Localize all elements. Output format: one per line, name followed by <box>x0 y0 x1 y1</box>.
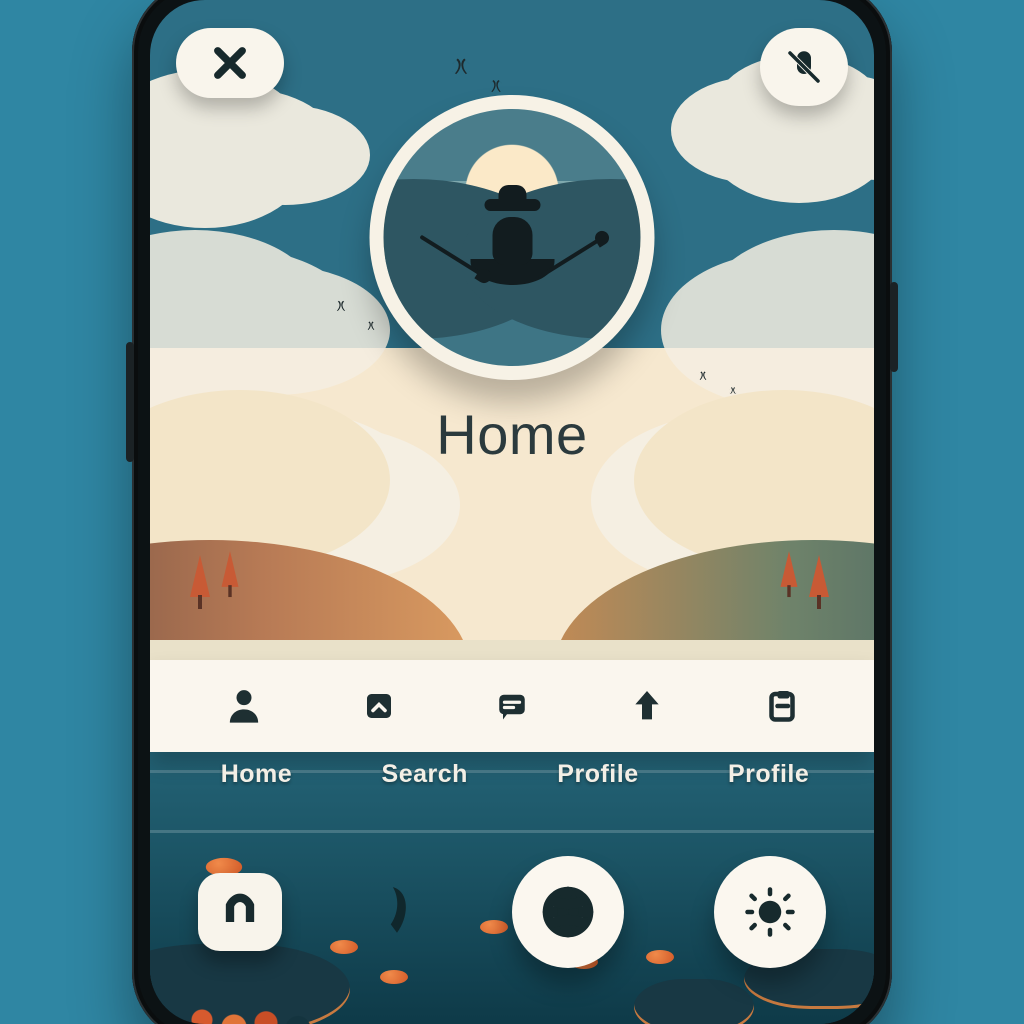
nav-label: Search <box>382 760 468 789</box>
nav-item-upload[interactable] <box>627 686 667 726</box>
tree <box>190 555 210 597</box>
nav-label: Profile <box>557 760 638 789</box>
tree <box>781 551 798 587</box>
phone-frame: Home <box>132 0 892 1024</box>
music-button[interactable] <box>198 873 282 951</box>
screen: Home <box>150 0 874 1024</box>
bird <box>698 373 709 378</box>
side-button-right <box>890 282 898 372</box>
fin-icon <box>372 882 422 942</box>
close-button[interactable] <box>176 28 284 98</box>
mute-button[interactable] <box>760 28 848 106</box>
upload-icon <box>627 686 667 726</box>
ripple <box>150 830 874 833</box>
message-icon <box>494 688 530 724</box>
page-title: Home <box>150 402 874 467</box>
settings-icon <box>743 885 797 939</box>
close-icon <box>209 42 251 84</box>
action-row <box>150 856 874 968</box>
clipboard-icon <box>764 688 800 724</box>
nav-labels: Home Search Profile Profile <box>150 760 874 789</box>
person-icon <box>224 686 264 726</box>
hero-avatar[interactable] <box>370 95 655 380</box>
rock <box>634 979 754 1024</box>
avatar-illustration <box>384 109 641 366</box>
nav-label: Profile <box>728 760 809 789</box>
bird <box>451 61 471 70</box>
bird <box>729 388 738 392</box>
bird <box>334 302 347 308</box>
tree <box>222 551 239 587</box>
music-icon <box>220 892 260 932</box>
nav-item-card[interactable] <box>361 688 397 724</box>
leaf <box>380 970 408 984</box>
cloud <box>704 230 874 390</box>
settings-button[interactable] <box>714 856 826 968</box>
nav-item-home[interactable] <box>224 686 264 726</box>
tree <box>809 555 829 597</box>
nav-bar <box>150 660 874 752</box>
globe-button[interactable] <box>512 856 624 968</box>
bird <box>366 323 377 328</box>
side-button-left <box>126 342 134 462</box>
nav-item-profile[interactable] <box>764 688 800 724</box>
cloud <box>150 230 320 380</box>
mute-icon <box>783 46 825 88</box>
bird <box>488 82 503 89</box>
nav-label: Home <box>221 760 292 789</box>
nav-item-search[interactable] <box>494 688 530 724</box>
globe-icon <box>541 885 595 939</box>
card-icon <box>361 688 397 724</box>
